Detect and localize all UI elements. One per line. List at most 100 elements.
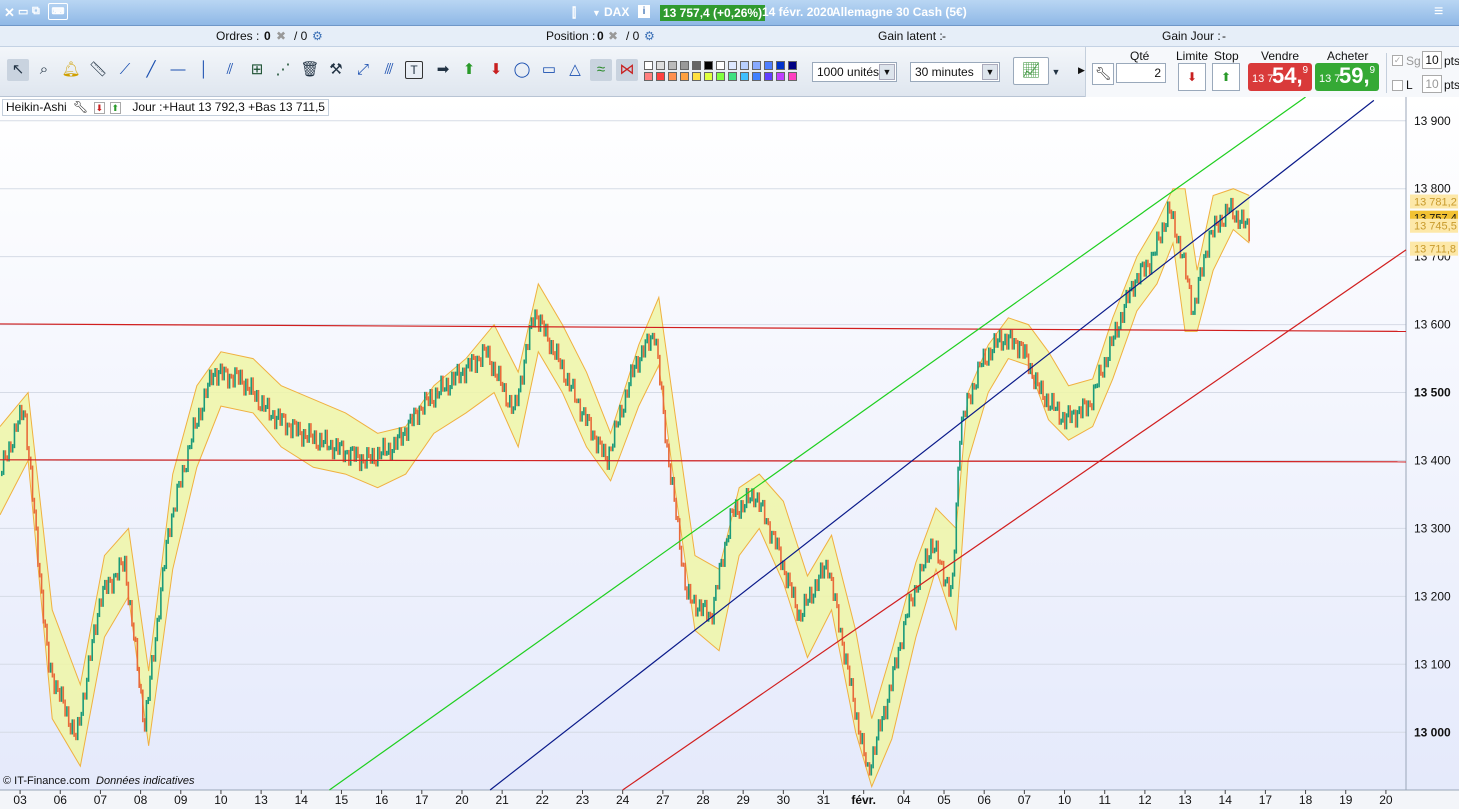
position-settings-icon[interactable]: ⚙ — [644, 29, 655, 43]
price-chart-svg[interactable]: 13 90013 80013 70013 60013 50013 40013 3… — [0, 96, 1459, 809]
price-chart[interactable]: 13 900 13 800 13 700 13 600 13 500 13 400 13 3… — [0, 96, 1459, 809]
color-swatch[interactable] — [740, 72, 749, 81]
arrow-down-icon[interactable]: ⬇ — [93, 102, 106, 114]
regression-tool-icon[interactable]: ⊞ — [246, 59, 268, 81]
color-swatch[interactable] — [656, 61, 665, 70]
rectangle-tool-icon[interactable]: ▭ — [538, 59, 560, 81]
segment-tool-icon[interactable]: ⟋ — [114, 59, 136, 81]
limit-checkbox[interactable] — [1392, 80, 1403, 91]
alert-bell-icon[interactable]: 🔔︎ — [60, 59, 82, 81]
divider — [1386, 53, 1387, 93]
color-swatch[interactable] — [656, 72, 665, 81]
ruler-tool-icon[interactable]: 📏︎ — [87, 59, 109, 81]
units-select[interactable]: 1000 unités ▼ — [812, 62, 897, 82]
x-tick-label: 16 — [375, 793, 389, 807]
color-swatch[interactable] — [644, 61, 653, 70]
chevron-down-icon[interactable]: ▼ — [592, 8, 601, 18]
pattern-tool-icon[interactable]: ≈ — [590, 59, 612, 81]
arrow-right-icon[interactable]: ➡ — [432, 59, 454, 81]
fan-tool-icon[interactable]: ⋰ — [272, 59, 294, 81]
symbol-label[interactable]: DAX — [604, 5, 629, 19]
stop-order-button[interactable]: ⬆︎ — [1212, 63, 1240, 91]
close-icon[interactable]: ✕ — [4, 5, 15, 21]
limit-order-button[interactable]: ⬇︎ — [1178, 63, 1206, 91]
color-swatch[interactable] — [740, 61, 749, 70]
color-swatch[interactable] — [764, 72, 773, 81]
color-swatch[interactable] — [716, 72, 725, 81]
info-icon[interactable]: i — [638, 5, 650, 18]
color-swatch[interactable] — [668, 72, 677, 81]
sg-points-input[interactable]: 10 — [1422, 51, 1442, 69]
color-swatch[interactable] — [776, 61, 785, 70]
ellipse-tool-icon[interactable]: ◯ — [511, 59, 533, 81]
chevron-down-icon[interactable]: ▼ — [879, 64, 895, 80]
zoom-tool-icon[interactable]: ⌕ — [33, 59, 55, 81]
wrench-icon[interactable]: 🔧︎ — [73, 100, 88, 114]
x-tick-label: 12 — [1138, 793, 1152, 807]
color-swatch[interactable] — [728, 61, 737, 70]
collapse-arrow-icon[interactable]: ▶ — [1078, 65, 1085, 76]
arrow-down-icon[interactable]: ⬇ — [485, 59, 507, 81]
stop-guaranteed-checkbox[interactable]: ✓ — [1392, 55, 1403, 66]
x-tick-label: 22 — [536, 793, 550, 807]
close-position-icon[interactable]: ✖ — [608, 29, 618, 43]
text-tool-icon[interactable]: T — [405, 61, 423, 79]
color-swatch[interactable] — [704, 61, 713, 70]
interval-select[interactable]: 30 minutes ▼ — [910, 62, 1000, 82]
restore-icon[interactable]: ⧉ — [32, 5, 40, 18]
keyboard-icon[interactable]: ⌨ — [48, 3, 68, 20]
orders-settings-icon[interactable]: ⚙ — [312, 29, 323, 43]
sell-label: Vendre — [1261, 49, 1300, 63]
color-swatch[interactable] — [704, 72, 713, 81]
trendline-tool-icon[interactable]: ╱ — [140, 59, 162, 81]
cancel-orders-icon[interactable]: ✖ — [276, 29, 286, 43]
x-tick-label: 24 — [616, 793, 630, 807]
color-swatch[interactable] — [680, 61, 689, 70]
indicators-icon[interactable]: 📈︎ — [1013, 57, 1049, 85]
indicator-name[interactable]: Heikin-Ashi — [6, 100, 67, 114]
interval-value: 30 minutes — [915, 65, 974, 79]
trash-icon[interactable]: 🗑︎ — [299, 59, 321, 81]
menu-icon[interactable]: ≡ — [1434, 3, 1443, 21]
horizontal-line-icon[interactable]: — — [167, 59, 189, 81]
wave-tool-icon[interactable]: ⋈ — [616, 59, 638, 81]
wrench-icon[interactable]: 🔧︎ — [1092, 63, 1114, 85]
x-tick-label: 31 — [817, 793, 831, 807]
color-swatch[interactable] — [716, 61, 725, 70]
account-info-bar: Ordres : 0 ✖ / 0 ⚙ Position : 0 ✖ / 0 ⚙ … — [0, 26, 1459, 47]
arrow-up-icon[interactable]: ⬆ — [458, 59, 480, 81]
chevron-down-icon[interactable]: ▼ — [982, 64, 998, 80]
minimize-icon[interactable]: ▭ — [18, 5, 28, 18]
color-swatch[interactable] — [668, 61, 677, 70]
color-swatch[interactable] — [788, 61, 797, 70]
color-swatch[interactable] — [752, 72, 761, 81]
arrow-up-icon[interactable]: ⬆ — [109, 102, 122, 114]
chevron-down-icon[interactable]: ▼ — [1049, 61, 1063, 83]
color-swatch[interactable] — [680, 72, 689, 81]
color-swatch[interactable] — [776, 72, 785, 81]
color-swatch[interactable] — [692, 72, 701, 81]
fibonacci-tool-icon[interactable]: ⤢ — [352, 59, 374, 81]
buy-button[interactable]: 13 7 59, 9 — [1315, 63, 1379, 91]
color-swatch[interactable] — [764, 61, 773, 70]
l-points-input[interactable]: 10 — [1422, 75, 1442, 93]
qty-label: Qté — [1130, 49, 1150, 63]
color-swatch[interactable] — [752, 61, 761, 70]
chart-type-icon[interactable]: ⫿ — [572, 5, 576, 21]
color-swatch[interactable] — [788, 72, 797, 81]
qty-input[interactable]: 2 — [1116, 63, 1166, 83]
color-swatch[interactable] — [728, 72, 737, 81]
triangle-tool-icon[interactable]: △ — [564, 59, 586, 81]
channel-tool-icon[interactable]: ⫽ — [219, 59, 241, 81]
x-tick-label: 20 — [455, 793, 469, 807]
pointer-tool-icon[interactable]: ↖ — [7, 59, 29, 81]
color-swatch[interactable] — [644, 72, 653, 81]
sell-button[interactable]: 13 7 54, 9 — [1248, 63, 1312, 91]
parallel-tool-icon[interactable]: ⫻ — [378, 59, 400, 81]
tools-icon[interactable]: ⚒ — [325, 59, 347, 81]
x-tick-label: 28 — [696, 793, 710, 807]
color-swatch[interactable] — [692, 61, 701, 70]
title-bar: ✕ ▭ ⧉ ⌨ ⫿ ▼ DAX i 13 757,4 (+0,26%) 14 f… — [0, 0, 1459, 26]
y-tick-label: 13 200 — [1414, 589, 1451, 603]
vertical-line-icon[interactable]: │ — [193, 59, 215, 81]
